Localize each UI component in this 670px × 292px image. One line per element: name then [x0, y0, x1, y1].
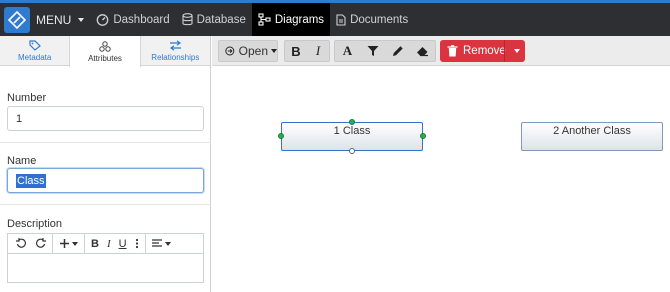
tab-relationships-label: Relationships	[151, 52, 200, 62]
name-input[interactable]: Class	[7, 168, 204, 193]
trash-icon	[447, 45, 458, 57]
align-dropdown[interactable]	[148, 234, 175, 254]
diagram-node-2[interactable]: 2 Another Class	[521, 122, 663, 151]
diagram-icon	[258, 13, 271, 26]
tab-attributes-label: Attributes	[88, 53, 122, 63]
number-label: Number	[7, 92, 47, 104]
nav-diagrams-label: Diagrams	[274, 13, 325, 26]
pencil-icon	[392, 46, 403, 56]
undo-button[interactable]	[12, 234, 31, 254]
redo-button[interactable]	[31, 234, 50, 254]
editor-underline-button[interactable]: U	[115, 234, 131, 254]
filter-icon	[367, 46, 378, 56]
eraser-button[interactable]	[410, 41, 435, 61]
number-input[interactable]: 1	[7, 106, 204, 131]
name-value: Class	[16, 173, 46, 188]
chevron-down-icon	[164, 241, 171, 246]
arrow-circle-right-icon	[225, 46, 235, 56]
resize-handle-left[interactable]	[278, 133, 284, 139]
font-button[interactable]: A	[335, 41, 360, 61]
section-divider	[0, 142, 211, 143]
nav-diagrams[interactable]: Diagrams	[251, 3, 331, 36]
database-icon	[182, 13, 193, 26]
node-label: 2 Another Class	[553, 125, 631, 137]
properties-panel: Metadata Attributes Relationships Number…	[0, 36, 211, 292]
undo-icon	[16, 238, 26, 248]
top-navbar: MENU Dashboard Database Diagrams Documen…	[0, 0, 670, 36]
nav-documents-label: Documents	[350, 13, 409, 26]
toolbar-separator	[144, 233, 146, 254]
number-value: 1	[16, 112, 23, 125]
resize-handle-right[interactable]	[420, 133, 426, 139]
main-menu-button[interactable]: MENU	[30, 3, 90, 36]
dashboard-icon	[96, 14, 109, 26]
resize-handle-bottom[interactable]	[349, 148, 355, 154]
nav-dashboard-label: Dashboard	[113, 13, 170, 26]
more-vertical-icon	[135, 238, 138, 249]
insert-dropdown[interactable]	[55, 234, 82, 254]
diagram-node-1[interactable]: 1 Class	[281, 122, 423, 151]
nav-database-label: Database	[196, 13, 246, 26]
align-left-icon	[151, 238, 162, 247]
italic-button[interactable]: I	[307, 41, 329, 61]
description-editor: B I U	[7, 233, 204, 283]
diagram-toolbar: Open B I A Remove	[212, 36, 670, 66]
tab-attributes[interactable]: Attributes	[69, 36, 141, 67]
open-dropdown[interactable]: Open	[218, 40, 278, 62]
tag-icon	[29, 39, 41, 51]
description-label: Description	[7, 218, 63, 230]
exchange-icon	[169, 39, 181, 51]
nav-dashboard[interactable]: Dashboard	[90, 3, 175, 36]
editor-italic-button[interactable]: I	[103, 234, 115, 254]
diagram-canvas[interactable]: 1 Class 2 Another Class	[212, 67, 670, 292]
bold-button[interactable]: B	[285, 41, 307, 61]
chevron-down-icon	[271, 49, 277, 53]
split-separator	[504, 40, 505, 62]
text-style-group: B I	[284, 40, 330, 62]
filter-button[interactable]	[360, 41, 385, 61]
cubes-icon	[99, 40, 111, 52]
remove-label: Remove	[463, 45, 506, 57]
node-label: 1 Class	[333, 125, 371, 137]
document-icon	[336, 13, 346, 26]
tab-metadata-label: Metadata	[17, 52, 52, 62]
tab-metadata[interactable]: Metadata	[0, 36, 69, 65]
pen-button[interactable]	[385, 41, 410, 61]
app-logo[interactable]	[4, 6, 30, 33]
more-options-button[interactable]	[131, 234, 143, 254]
chevron-down-icon	[72, 241, 78, 246]
tab-relationships[interactable]: Relationships	[141, 36, 210, 65]
plus-icon	[60, 239, 69, 248]
nav-database[interactable]: Database	[176, 3, 252, 36]
properties-tabs: Metadata Attributes Relationships	[0, 36, 210, 67]
redo-icon	[36, 238, 46, 248]
chevron-down-icon	[78, 17, 85, 22]
section-divider	[0, 204, 211, 205]
logo-icon	[8, 10, 26, 29]
editor-bold-button[interactable]: B	[87, 234, 103, 254]
remove-button[interactable]: Remove	[440, 40, 525, 62]
format-group: A	[334, 40, 436, 62]
eraser-icon	[417, 47, 428, 57]
remove-dropdown-toggle[interactable]	[514, 49, 520, 53]
name-label: Name	[7, 155, 37, 167]
resize-handle-top[interactable]	[349, 119, 355, 125]
nav-documents[interactable]: Documents	[330, 3, 414, 36]
editor-toolbar: B I U	[8, 233, 203, 254]
toolbar-separator	[84, 233, 85, 254]
main-menu-label: MENU	[36, 12, 72, 27]
toolbar-separator	[52, 233, 53, 254]
open-label: Open	[238, 44, 268, 58]
